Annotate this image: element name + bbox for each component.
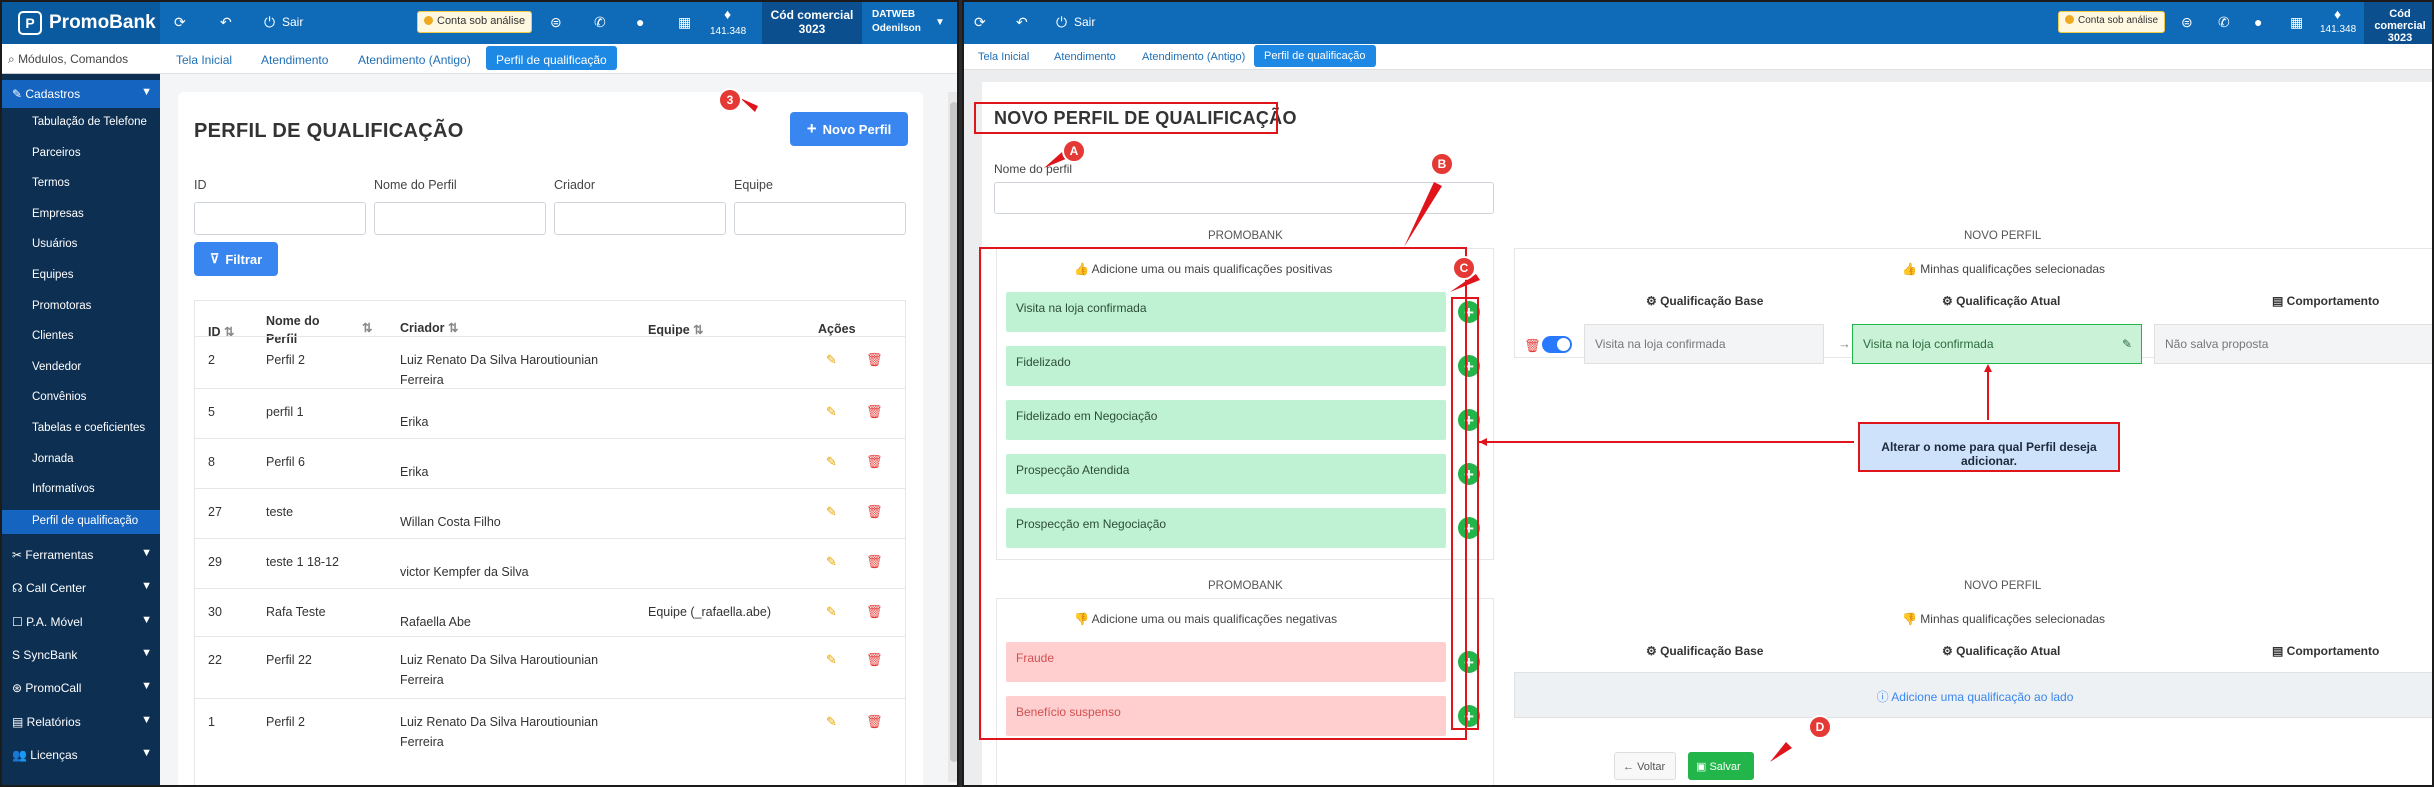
marker-b: B [1430, 152, 1454, 176]
marker-c: C [1452, 256, 1476, 280]
annotation-arrows [1044, 152, 1992, 762]
marker-b-tail [1404, 182, 1442, 247]
marker-3: 3 [718, 88, 742, 112]
arrow-head [1984, 364, 1992, 372]
arrow-head [1479, 438, 1487, 446]
marker-3-tail [740, 98, 758, 112]
marker-d-tail [1770, 742, 1792, 762]
marker-d: D [1808, 715, 1832, 739]
right-window: ⟳ ↶ ⏻ Sair Conta sob análise ⊜ ✆ ● ▦ ♦ 1… [962, 0, 2434, 787]
annotation-3-arrow [740, 98, 758, 112]
marker-a: A [1062, 139, 1086, 163]
